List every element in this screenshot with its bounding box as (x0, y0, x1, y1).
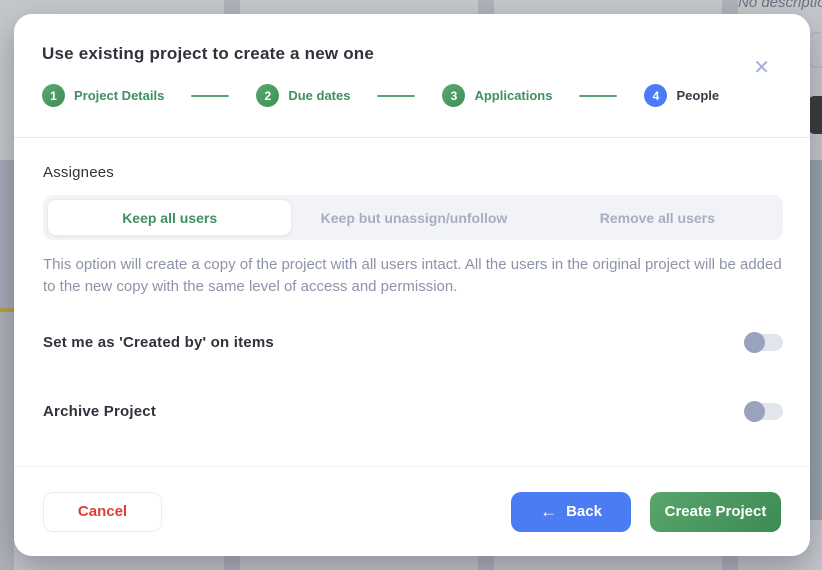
segment-keep-all-users[interactable]: Keep all users (47, 199, 292, 236)
step-connector (191, 95, 229, 97)
step-number-badge: 2 (256, 84, 279, 107)
footer-actions: ← Back Create Project (511, 492, 781, 532)
close-icon[interactable]: ✕ (753, 58, 770, 78)
step-connector (579, 95, 617, 97)
back-arrow-icon: ← (540, 503, 557, 520)
assignees-description: This option will create a copy of the pr… (43, 254, 791, 298)
background-scrollbar (810, 160, 822, 520)
back-button[interactable]: ← Back (511, 492, 631, 532)
archive-project-toggle-row: Archive Project (43, 403, 783, 420)
segment-keep-but-unassign[interactable]: Keep but unassign/unfollow (292, 199, 535, 236)
step-label: People (676, 88, 719, 103)
avatar (809, 96, 822, 134)
toggle-knob (744, 332, 765, 353)
step-number-badge: 3 (442, 84, 465, 107)
step-project-details[interactable]: 1 Project Details (42, 84, 164, 107)
assignees-heading: Assignees (43, 164, 782, 181)
step-connector (377, 95, 415, 97)
archive-project-toggle[interactable] (745, 403, 783, 420)
toggle-knob (744, 401, 765, 422)
background-card-edge (0, 160, 14, 310)
step-due-dates[interactable]: 2 Due dates (256, 84, 350, 107)
created-by-toggle-label: Set me as 'Created by' on items (43, 334, 274, 351)
modal-body: Assignees Keep all users Keep but unassi… (14, 138, 810, 420)
step-label: Project Details (74, 88, 164, 103)
modal-header: Use existing project to create a new one… (14, 14, 810, 137)
background-card-edge (0, 312, 14, 570)
step-people[interactable]: 4 People (644, 84, 719, 107)
wizard-stepper: 1 Project Details 2 Due dates 3 Applicat… (42, 84, 782, 137)
step-applications[interactable]: 3 Applications (442, 84, 552, 107)
cancel-button[interactable]: Cancel (43, 492, 162, 532)
created-by-toggle-row: Set me as 'Created by' on items (43, 334, 783, 351)
segment-remove-all-users[interactable]: Remove all users (536, 199, 779, 236)
step-number-badge: 4 (644, 84, 667, 107)
create-project-modal: Use existing project to create a new one… (14, 14, 810, 556)
modal-title: Use existing project to create a new one (42, 44, 782, 64)
assignees-segmented-control: Keep all users Keep but unassign/unfollo… (43, 195, 783, 240)
background-no-description-text: No descriptio (738, 0, 822, 11)
background-button-outline (808, 32, 822, 68)
back-button-label: Back (566, 503, 602, 520)
step-label: Applications (474, 88, 552, 103)
created-by-toggle[interactable] (745, 334, 783, 351)
step-number-badge: 1 (42, 84, 65, 107)
step-label: Due dates (288, 88, 350, 103)
modal-footer: Cancel ← Back Create Project (14, 466, 810, 556)
archive-project-toggle-label: Archive Project (43, 403, 156, 420)
create-project-button[interactable]: Create Project (650, 492, 781, 532)
